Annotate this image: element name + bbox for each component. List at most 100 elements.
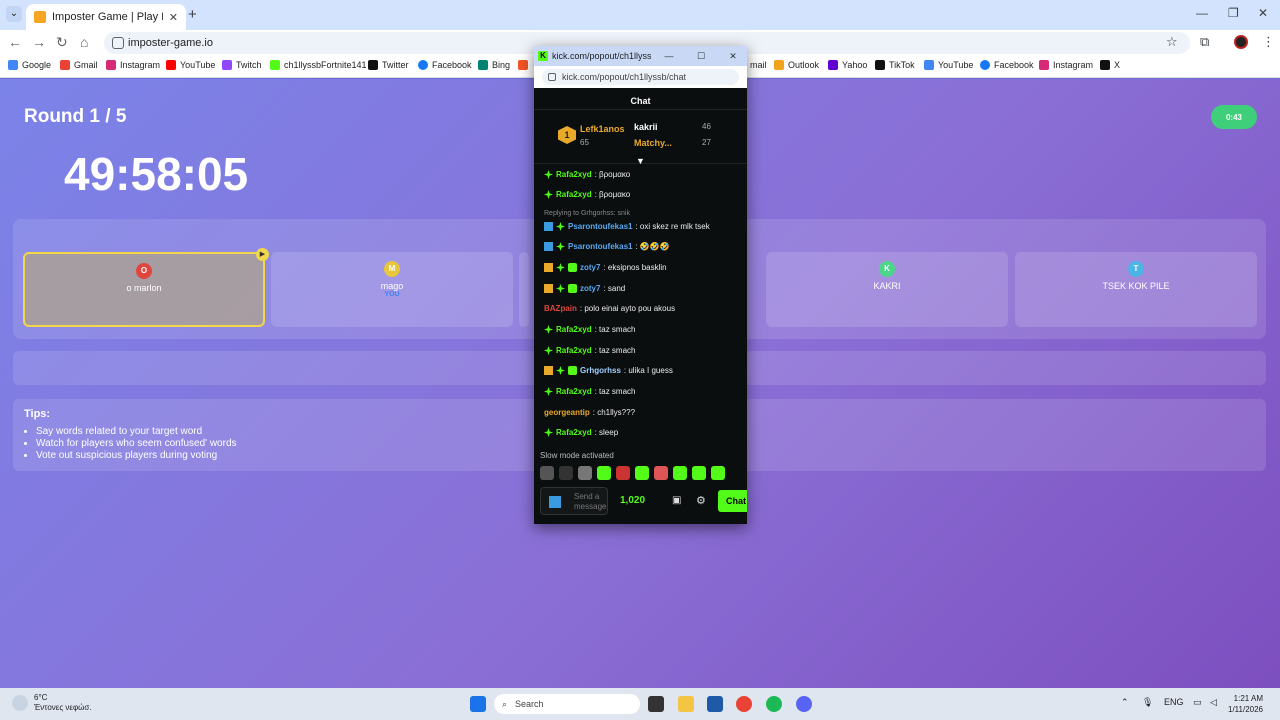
google-icon — [8, 60, 18, 70]
chat-leaderboard[interactable]: 1 Lefk1anos 65 kakrii 46 Matchy... 27 ▼ — [534, 112, 747, 166]
popup-url-field[interactable]: kick.com/popout/ch1llyssb/chat — [542, 69, 739, 85]
chat-username[interactable]: georgeantip — [544, 408, 590, 417]
minimize-icon[interactable]: — — [1196, 6, 1208, 20]
home-icon[interactable]: ⌂ — [80, 34, 88, 50]
extensions-icon[interactable]: ⧉ — [1200, 34, 1209, 50]
weather-widget[interactable]: 6°C Έντονες νεφώσ. — [12, 693, 92, 713]
bookmark-mail[interactable]: mail — [750, 60, 767, 70]
close-icon[interactable]: ✕ — [719, 51, 747, 62]
taskbar-search[interactable]: ⌕ Search — [494, 694, 640, 714]
bookmark-facebook-2[interactable]: Facebook — [980, 60, 1034, 70]
close-window-icon[interactable]: ✕ — [1258, 6, 1268, 20]
player-card-kakri[interactable]: K KAKRI — [766, 252, 1008, 327]
site-favicon-icon — [34, 11, 46, 23]
chat-username[interactable]: BAZpain — [544, 304, 577, 313]
minimize-icon[interactable]: — — [655, 51, 683, 61]
chat-username[interactable]: zoty7 — [580, 284, 600, 293]
emote-icon[interactable] — [673, 466, 687, 480]
tab-search-icon[interactable]: ⌄ — [6, 6, 22, 22]
bookmark-star-icon[interactable]: ☆ — [1166, 34, 1178, 50]
network-icon[interactable]: ▭ — [1193, 697, 1202, 708]
badge-icon — [556, 242, 565, 251]
task-view-icon[interactable] — [648, 696, 664, 712]
volume-icon[interactable]: ◁ — [1210, 697, 1217, 708]
chat-username[interactable]: Psarontoufekas1 — [568, 242, 632, 251]
bookmark-outlook[interactable]: Outlook — [774, 60, 819, 70]
emote-icon[interactable] — [635, 466, 649, 480]
play-icon: ▶ — [256, 248, 269, 261]
chat-text: : oxi skez re mlk tsek — [635, 222, 710, 231]
chat-message-input[interactable]: Send a message — [540, 487, 608, 515]
reply-note: Replying to Grhgorhss: snik — [544, 210, 630, 217]
emote-icon[interactable] — [597, 466, 611, 480]
emote-icon[interactable] — [711, 466, 725, 480]
player-card-tsek-kok-pile[interactable]: T TSEK KOK PILE — [1015, 252, 1257, 327]
maximize-icon[interactable]: ❐ — [1228, 6, 1239, 20]
start-icon[interactable] — [470, 696, 486, 712]
channel-points[interactable]: 1,020 — [620, 495, 645, 506]
system-clock[interactable]: 1:21 AM 1/11/2026 — [1228, 693, 1263, 715]
emote-icon[interactable] — [654, 466, 668, 480]
chat-username[interactable]: zoty7 — [580, 263, 600, 272]
expand-chevron-icon[interactable]: ▼ — [636, 156, 645, 166]
chat-username[interactable]: Rafa2xyd — [556, 387, 592, 396]
back-icon[interactable]: ← — [8, 34, 22, 50]
chat-username[interactable]: Rafa2xyd — [556, 346, 592, 355]
tab-imposter-game[interactable]: Imposter Game | Play Free onli ✕ — [26, 4, 186, 30]
chat-message: Rafa2xyd: βρομακο — [544, 190, 630, 199]
bookmark-gmail[interactable]: Gmail — [60, 60, 98, 70]
tab-close-icon[interactable]: ✕ — [169, 11, 178, 24]
bookmark-yahoo[interactable]: Yahoo — [828, 60, 867, 70]
microphone-icon[interactable]: 🎙 — [1142, 697, 1153, 708]
bookmark-youtube-2[interactable]: YouTube — [924, 60, 973, 70]
player-card-hidden[interactable] — [519, 252, 529, 327]
chat-username[interactable]: Rafa2xyd — [556, 190, 592, 199]
store-app-icon[interactable] — [707, 696, 723, 712]
discord-icon[interactable] — [796, 696, 812, 712]
new-tab-icon[interactable]: + — [188, 6, 197, 23]
bookmark-instagram[interactable]: Instagram — [106, 60, 160, 70]
send-chat-button[interactable]: Chat — [718, 490, 747, 512]
chat-username[interactable]: Rafa2xyd — [556, 325, 592, 334]
bookmark-x[interactable]: X — [1100, 60, 1120, 70]
emote-icon[interactable] — [616, 466, 630, 480]
emote-icon[interactable] — [559, 466, 573, 480]
bookmark-google[interactable]: Google — [8, 60, 51, 70]
forward-icon[interactable]: → — [32, 34, 46, 50]
emote-icon[interactable] — [692, 466, 706, 480]
chat-username[interactable]: Rafa2xyd — [556, 428, 592, 437]
bookmark-instagram-2[interactable]: Instagram — [1039, 60, 1093, 70]
player-card-mago[interactable]: M mago YOU — [271, 252, 513, 327]
bookmark-microsoft[interactable] — [518, 60, 528, 70]
bookmark-twitter[interactable]: Twitter — [368, 60, 409, 70]
chat-username[interactable]: Grhgorhss — [580, 366, 621, 375]
language-indicator[interactable]: ENG — [1164, 697, 1184, 707]
spotify-icon[interactable] — [766, 696, 782, 712]
player-card-o-marlon[interactable]: ▶ O o marlon — [23, 248, 269, 327]
tray-chevron-icon[interactable]: ⌃ — [1121, 697, 1129, 708]
bookmark-twitch[interactable]: Twitch — [222, 60, 262, 70]
bookmark-bing[interactable]: Bing — [478, 60, 510, 70]
chat-username[interactable]: Psarontoufekas1 — [568, 222, 632, 231]
bookmark-facebook[interactable]: Facebook — [418, 60, 472, 70]
outlook-icon — [774, 60, 784, 70]
bookmark-tiktok[interactable]: TikTok — [875, 60, 915, 70]
chat-messages: Rafa2xyd: βρομακο Rafa2xyd: βρομακο Repl… — [534, 166, 747, 446]
store-icon[interactable]: ▣ — [672, 495, 681, 506]
bookmark-kick-channel[interactable]: ch1llyssbFortnite141 — [270, 60, 367, 70]
file-explorer-icon[interactable] — [678, 696, 694, 712]
player-name: mago — [380, 281, 404, 291]
menu-icon[interactable]: ⋮ — [1262, 34, 1275, 50]
profile-avatar[interactable] — [1234, 35, 1248, 49]
site-info-icon[interactable] — [548, 73, 556, 81]
chrome-icon[interactable] — [736, 696, 752, 712]
emote-icon[interactable] — [578, 466, 592, 480]
gear-icon[interactable]: ⚙ — [696, 494, 706, 507]
bookmark-youtube[interactable]: YouTube — [166, 60, 215, 70]
reload-icon[interactable]: ↻ — [56, 34, 68, 51]
chat-username[interactable]: Rafa2xyd — [556, 170, 592, 179]
chat-text: : taz smach — [594, 387, 636, 396]
site-info-icon[interactable] — [112, 37, 124, 49]
emote-icon[interactable] — [540, 466, 554, 480]
maximize-icon[interactable]: ☐ — [687, 51, 715, 62]
